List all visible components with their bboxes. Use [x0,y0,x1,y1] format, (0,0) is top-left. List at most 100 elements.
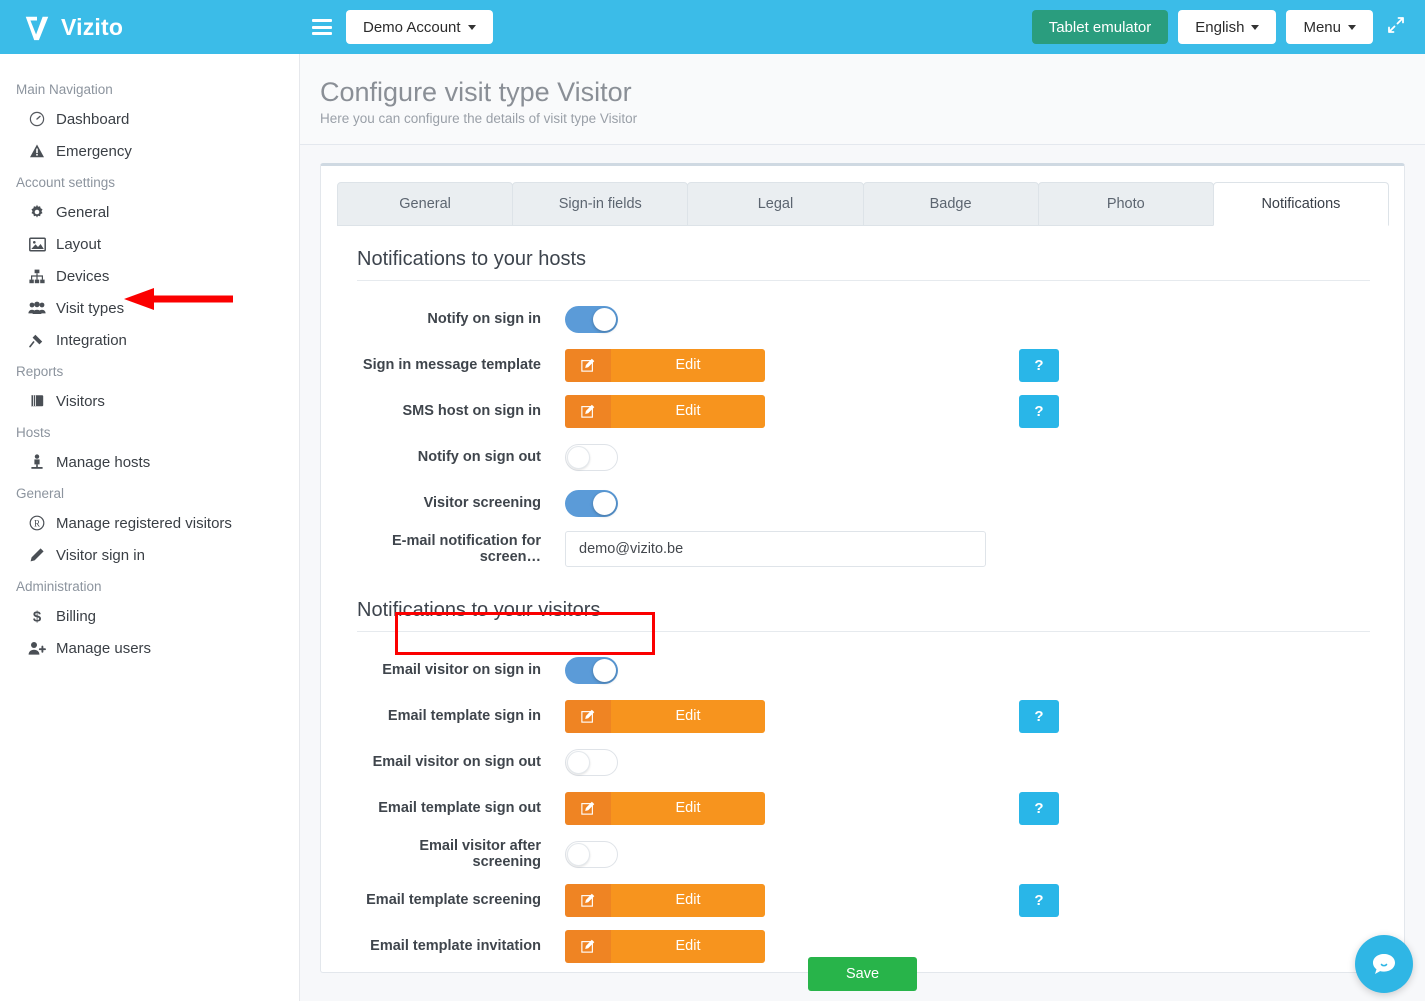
top-navigation-bar: Vizito Demo Account Tablet emulator Engl… [0,0,1425,54]
tab-notifications[interactable]: Notifications [1213,182,1389,226]
gear-icon [28,203,46,221]
row-email-visitor-on-sign-out: Email visitor on sign out [357,742,1370,782]
row-label: Email visitor on sign out [357,754,565,770]
sidebar-item-label: Visitors [56,393,105,410]
help-button-sign-in-message-template[interactable]: ? [1019,349,1059,382]
row-label: E-mail notification for screen… [357,533,565,565]
row-label: Sign in message template [357,357,565,373]
sidebar-item-label: Visitor sign in [56,547,145,564]
chat-bubble-icon[interactable] [1355,935,1413,993]
warning-triangle-icon [28,142,46,160]
row-label: Email template sign out [357,800,565,816]
sidebar-item-label: Dashboard [56,111,129,128]
hamburger-icon[interactable] [312,19,332,35]
sidebar-item-manage-hosts[interactable]: Manage hosts [0,446,299,478]
tab-general[interactable]: General [337,182,513,226]
sidebar-item-layout[interactable]: Layout [0,228,299,260]
edit-pencil-icon [565,349,611,382]
help-button-sms-host-on-sign-in[interactable]: ? [1019,395,1059,428]
sidebar-item-label: General [56,204,109,221]
page-header: Configure visit type Visitor Here you ca… [300,54,1425,145]
row-label: Notify on sign in [357,311,565,327]
sidebar-item-billing[interactable]: $ Billing [0,600,299,632]
sidebar-item-label: Emergency [56,143,132,160]
row-visitor-screening: Visitor screening [357,483,1370,523]
user-plus-icon [28,639,46,657]
sidebar-item-visitors[interactable]: Visitors [0,385,299,417]
users-group-icon [28,299,46,317]
toggle-visitor-screening[interactable] [565,490,618,517]
sidebar-item-visitor-sign-in[interactable]: Visitor sign in [0,539,299,571]
account-dropdown-button[interactable]: Demo Account [346,10,493,44]
sidebar-group-header-reports: Reports [0,356,299,385]
account-dropdown-label: Demo Account [363,19,461,36]
dashboard-gauge-icon [28,110,46,128]
menu-dropdown-button[interactable]: Menu [1286,10,1373,44]
row-email-visitor-on-sign-in: Email visitor on sign in [357,650,1370,690]
tablet-emulator-label: Tablet emulator [1049,19,1152,36]
language-dropdown-button[interactable]: English [1178,10,1276,44]
visitors-section-title: Notifications to your visitors [357,599,1370,632]
pencil-icon [28,546,46,564]
sidebar-item-label: Billing [56,608,96,625]
sidebar-item-label: Manage registered visitors [56,515,232,532]
sidebar-item-emergency[interactable]: Emergency [0,135,299,167]
row-label: SMS host on sign in [357,403,565,419]
sidebar-item-integration[interactable]: Integration [0,324,299,356]
row-notify-on-sign-out: Notify on sign out [357,437,1370,477]
expand-arrows-icon[interactable] [1383,16,1409,38]
sidebar-item-dashboard[interactable]: Dashboard [0,103,299,135]
toggle-email-visitor-after-screening[interactable] [565,841,618,868]
toggle-email-visitor-on-sign-in[interactable] [565,657,618,684]
sidebar-item-manage-registered-visitors[interactable]: R Manage registered visitors [0,507,299,539]
row-email-template-screening: Email template screening Edit ? [357,880,1370,920]
settings-card: General Sign-in fields Legal Badge Photo… [320,163,1405,973]
sidebar-item-manage-users[interactable]: Manage users [0,632,299,664]
toggle-notify-on-sign-in[interactable] [565,306,618,333]
row-label: Email visitor after screening [357,838,565,870]
sidebar-group-header-general: General [0,478,299,507]
row-notify-on-sign-in: Notify on sign in [357,299,1370,339]
tablet-emulator-button[interactable]: Tablet emulator [1032,10,1169,44]
edit-button-label: Edit [611,349,765,382]
sidebar-group-header-administration: Administration [0,571,299,600]
brand-name: Vizito [61,14,123,41]
sidebar-item-label: Manage hosts [56,454,150,471]
row-label: Visitor screening [357,495,565,511]
tab-badge[interactable]: Badge [863,182,1039,226]
toggle-notify-on-sign-out[interactable] [565,444,618,471]
edit-pencil-icon [565,700,611,733]
edit-button-label: Edit [611,792,765,825]
brand-logo-area[interactable]: Vizito [0,0,300,54]
save-button[interactable]: Save [808,957,917,991]
help-button-email-template-screening[interactable]: ? [1019,884,1059,917]
sidebar-group-header-hosts: Hosts [0,417,299,446]
svg-text:R: R [34,518,40,528]
sidebar-group-header-main-navigation: Main Navigation [0,74,299,103]
row-label: Email template sign in [357,708,565,724]
edit-button-email-template-screening[interactable]: Edit [565,884,765,917]
row-email-template-sign-out: Email template sign out Edit ? [357,788,1370,828]
plug-icon [28,331,46,349]
edit-button-email-template-sign-in[interactable]: Edit [565,700,765,733]
row-sms-host-on-sign-in: SMS host on sign in Edit ? [357,391,1370,431]
tab-photo[interactable]: Photo [1038,182,1214,226]
help-button-email-template-sign-out[interactable]: ? [1019,792,1059,825]
row-email-notification-for-screening: E-mail notification for screen… [357,529,1370,569]
person-pin-icon [28,453,46,471]
edit-button-email-template-sign-out[interactable]: Edit [565,792,765,825]
sidebar-item-label: Visit types [56,300,124,317]
toggle-email-visitor-on-sign-out[interactable] [565,749,618,776]
edit-button-sign-in-message-template[interactable]: Edit [565,349,765,382]
tab-legal[interactable]: Legal [687,182,863,226]
registered-icon: R [28,514,46,532]
tab-sign-in-fields[interactable]: Sign-in fields [512,182,688,226]
sidebar-item-general[interactable]: General [0,196,299,228]
sidebar-item-devices[interactable]: Devices [0,260,299,292]
sidebar-item-label: Layout [56,236,101,253]
chevron-down-icon [1251,25,1259,30]
help-button-email-template-sign-in[interactable]: ? [1019,700,1059,733]
edit-button-sms-host-on-sign-in[interactable]: Edit [565,395,765,428]
screening-email-input[interactable] [565,531,986,567]
sidebar-item-visit-types[interactable]: Visit types [0,292,299,324]
